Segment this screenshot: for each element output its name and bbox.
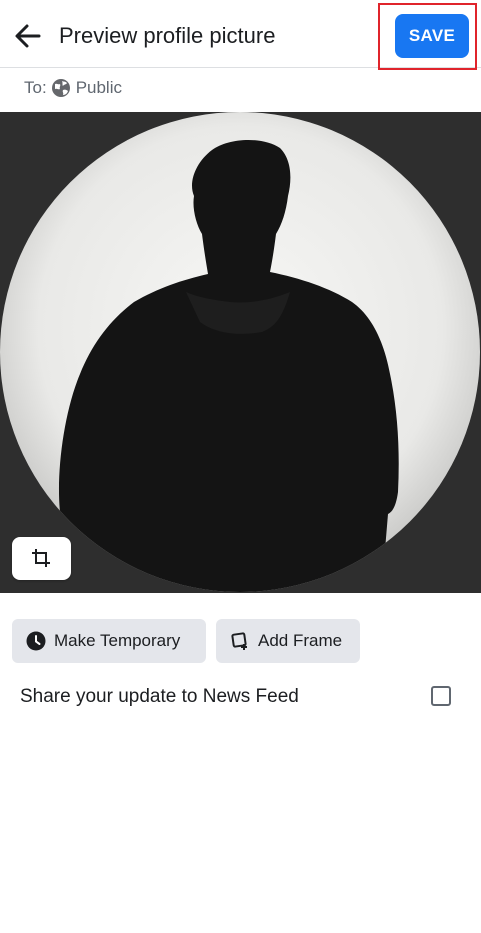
page-title: Preview profile picture (59, 23, 276, 48)
frame-icon (231, 632, 247, 650)
make-temporary-label: Make Temporary (54, 631, 181, 650)
clock-icon (26, 631, 46, 651)
arrow-left-icon (15, 24, 41, 48)
share-to-news-feed-row: Share your update to News Feed (0, 678, 481, 718)
crop-button[interactable] (12, 537, 71, 580)
share-to-news-feed-label: Share your update to News Feed (20, 686, 299, 707)
share-to-news-feed-checkbox[interactable] (431, 686, 451, 706)
top-bar: Preview profile picture SAVE (0, 0, 481, 70)
globe-icon (51, 79, 70, 97)
back-button[interactable] (12, 20, 44, 52)
audience-selector[interactable]: To: Public (24, 77, 122, 99)
save-button[interactable]: SAVE (395, 14, 469, 58)
profile-photo-image (0, 112, 481, 593)
add-frame-button[interactable]: Add Frame (216, 619, 360, 663)
make-temporary-button[interactable]: Make Temporary (12, 619, 206, 663)
profile-photo-preview (0, 112, 481, 593)
crop-icon (32, 549, 50, 567)
audience-value: Public (75, 78, 122, 97)
audience-to-label: To: (24, 78, 47, 97)
add-frame-label: Add Frame (258, 631, 343, 650)
